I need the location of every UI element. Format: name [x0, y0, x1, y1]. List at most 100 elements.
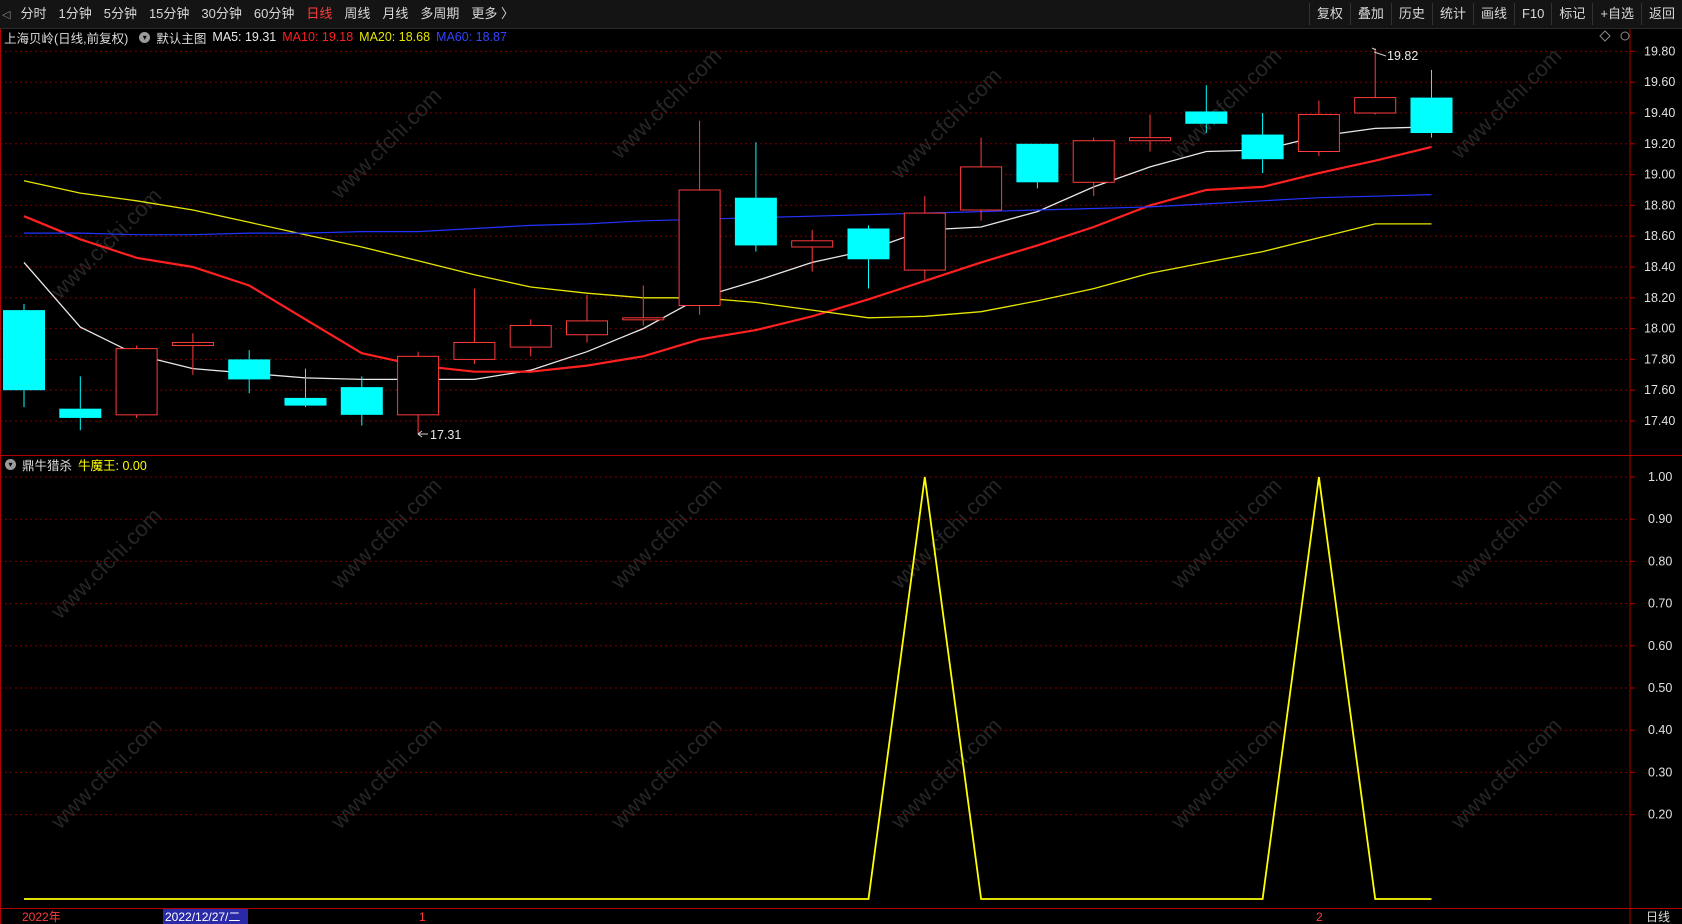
- ma-line-ma20: [23, 180, 1432, 319]
- price-tick-8: 18.20: [1644, 291, 1675, 305]
- watermark-text-2: www.cfchi.com: [605, 43, 726, 164]
- watermark-text-11: www.cfchi.com: [1445, 473, 1566, 594]
- candle-body: [678, 189, 721, 306]
- cursor-date: 2022/12/27/二: [165, 910, 240, 924]
- toolbar-button-1[interactable]: 叠加: [1349, 3, 1391, 25]
- indicator-tick-6: 0.40: [1648, 723, 1672, 737]
- period-tab-6[interactable]: 日线: [300, 0, 338, 28]
- candle-14: [791, 230, 834, 272]
- toolbar-button-5[interactable]: F10: [1513, 3, 1551, 25]
- period-toolbar: ◁ 分时 1分钟 5分钟 15分钟 30分钟 60分钟 日线 周线 月线 多周期 更多 〉 复权 叠加…: [0, 0, 1682, 29]
- watermark-text-15: www.cfchi.com: [885, 713, 1006, 834]
- watermark-text-12: www.cfchi.com: [45, 713, 166, 834]
- stock-title[interactable]: 上海贝岭(日线,前复权): [4, 28, 128, 47]
- candle-23: [1297, 100, 1340, 157]
- indicator-series-line: [24, 476, 1432, 900]
- watermark-text-8: www.cfchi.com: [605, 473, 726, 594]
- candle-0: [3, 303, 45, 408]
- candle-body: [59, 408, 102, 418]
- ma-line-ma5: [23, 126, 1432, 381]
- candle-body: [1410, 97, 1453, 134]
- candle-body: [115, 348, 158, 416]
- price-tick-6: 18.60: [1644, 229, 1675, 243]
- indicator-tick-8: 0.20: [1648, 808, 1672, 822]
- toolbar-button-6[interactable]: 标记: [1551, 3, 1592, 25]
- toolbar-button-2[interactable]: 历史: [1390, 3, 1432, 25]
- ma10-value: MA10: 19.18: [282, 30, 354, 44]
- candle-4: [228, 350, 271, 394]
- candle-body: [228, 359, 271, 380]
- watermark-text-7: www.cfchi.com: [325, 473, 446, 594]
- period-tab-3[interactable]: 15分钟: [143, 0, 195, 28]
- indicator-tick-3: 0.70: [1648, 597, 1672, 611]
- candle-11: [622, 285, 665, 326]
- watermark-text-6: www.cfchi.com: [45, 503, 166, 624]
- period-tab-0[interactable]: 分时: [14, 0, 52, 28]
- watermark-text-0: www.cfchi.com: [45, 183, 166, 304]
- candle-2: [115, 345, 158, 418]
- high-annotation: 19.82: [1387, 49, 1418, 63]
- indicator-info-bar: ▾ 鼎牛猎杀 牛魔王: 0.00: [0, 455, 153, 473]
- candle-12: [678, 120, 721, 315]
- indicator-tick-4: 0.60: [1648, 639, 1672, 653]
- ma-line-ma10: [23, 145, 1432, 373]
- candle-10: [566, 294, 608, 343]
- collapse-arrow-icon[interactable]: ◁: [0, 8, 14, 21]
- watermark-text-13: www.cfchi.com: [325, 713, 446, 834]
- candlestick-series: [3, 48, 1453, 435]
- period-tab-2[interactable]: 5分钟: [98, 0, 143, 28]
- indicator-tick-2: 0.80: [1648, 554, 1672, 568]
- candle-body: [1072, 140, 1115, 183]
- price-tick-11: 17.60: [1644, 383, 1675, 397]
- period-tab-9[interactable]: 多周期: [414, 0, 465, 28]
- extreme-annotations: 19.82 17.31: [417, 30, 1630, 442]
- date-axis: 2022年 2022/12/27/二 1 2 日线: [22, 909, 1670, 924]
- dropdown-circle-icon[interactable]: ▾: [139, 31, 151, 43]
- candle-body: [1129, 137, 1171, 142]
- candle-body: [397, 355, 440, 416]
- period-tab-8[interactable]: 月线: [376, 0, 414, 28]
- toolbar-button-7[interactable]: +自选: [1592, 3, 1641, 25]
- candle-5: [284, 368, 327, 408]
- candle-body: [847, 228, 890, 260]
- low-annotation: 17.31: [430, 428, 461, 442]
- ma5-value: MA5: 19.31: [212, 30, 277, 44]
- price-axis: 19.80 19.60 19.40 19.20 19.00 18.80 18.60 18.40…: [1630, 44, 1675, 428]
- status-period: 日线: [1646, 910, 1670, 924]
- period-tabs: ◁ 分时 1分钟 5分钟 15分钟 30分钟 60分钟 日线 周线 月线 多周期 更多 〉: [0, 0, 520, 28]
- candle-body: [1016, 143, 1059, 183]
- candle-body: [734, 197, 777, 246]
- indicator-tick-1: 0.90: [1648, 512, 1672, 526]
- price-tick-9: 18.00: [1644, 322, 1675, 336]
- main-chart-label[interactable]: 默认主图: [156, 28, 206, 47]
- indicator-axis: 1.00 0.90 0.80 0.70 0.60 0.50 0.40 0.30 0.20: [1630, 470, 1672, 822]
- function-buttons: 复权 叠加 历史 统计 画线 F10 标记 +自选 返回: [1308, 0, 1682, 28]
- watermark-text-3: www.cfchi.com: [885, 63, 1006, 184]
- stock-chart[interactable]: www.cfchi.com www.cfchi.com www.cfchi.com w…: [0, 0, 1682, 924]
- price-tick-5: 18.80: [1644, 198, 1675, 212]
- period-tab-1[interactable]: 1分钟: [52, 0, 97, 28]
- toolbar-button-0[interactable]: 复权: [1308, 3, 1350, 25]
- ma-line-ma60: [24, 194, 1432, 236]
- watermark-text-9: www.cfchi.com: [885, 473, 1006, 594]
- toolbar-button-8[interactable]: 返回: [1640, 3, 1682, 25]
- toolbar-button-3[interactable]: 统计: [1431, 3, 1473, 25]
- indicator-name[interactable]: 鼎牛猎杀: [22, 455, 72, 474]
- candle-body: [791, 240, 834, 248]
- circle-icon[interactable]: [1620, 31, 1630, 41]
- candle-18: [1016, 143, 1059, 189]
- indicator-dropdown-icon[interactable]: ▾: [5, 458, 16, 470]
- period-tab-7[interactable]: 周线: [338, 0, 376, 28]
- candle-body: [509, 325, 552, 348]
- diamond-icon[interactable]: [1599, 30, 1611, 42]
- period-tab-5[interactable]: 60分钟: [248, 0, 300, 28]
- period-tab-10[interactable]: 更多 〉: [465, 0, 520, 28]
- period-tab-4[interactable]: 30分钟: [195, 0, 247, 28]
- candle-body: [566, 320, 608, 336]
- toolbar-button-4[interactable]: 画线: [1472, 3, 1514, 25]
- price-tick-4: 19.00: [1644, 168, 1675, 182]
- candle-body: [1354, 97, 1397, 114]
- candle-13: [734, 142, 777, 252]
- price-tick-12: 17.40: [1644, 414, 1675, 428]
- watermark-text-16: www.cfchi.com: [1165, 713, 1286, 834]
